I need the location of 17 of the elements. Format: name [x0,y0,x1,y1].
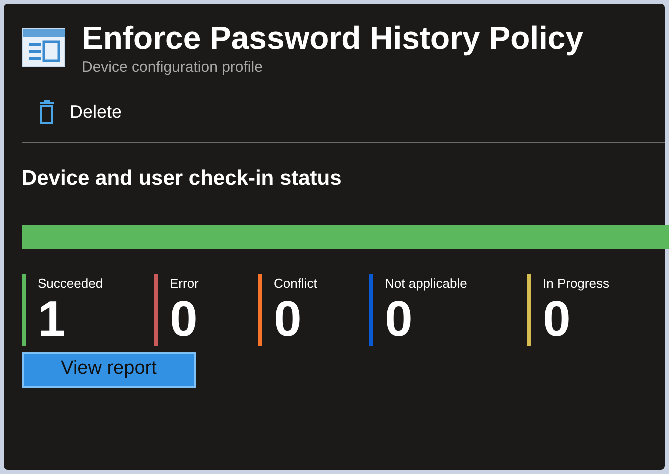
status-label: In Progress [543,276,610,292]
section-title: Device and user check-in status [22,166,343,192]
status-count: 0 [543,292,571,346]
form-window-icon [22,28,66,68]
page-subtitle: Device configuration profile [82,58,264,78]
status-count: 0 [385,292,413,346]
status-label: Succeeded [38,276,104,292]
status-count: 0 [170,292,199,346]
status-label: Not applicable [385,276,468,292]
page-title: Enforce Password History Policy [82,19,584,58]
view-report-button[interactable]: View report [22,352,196,388]
status-count: 1 [38,292,67,346]
status-count: 0 [274,292,303,346]
delete-button[interactable]: Delete [38,98,122,126]
trash-icon [38,100,56,124]
status-label: Error [170,276,199,292]
status-label: Conflict [274,276,318,292]
